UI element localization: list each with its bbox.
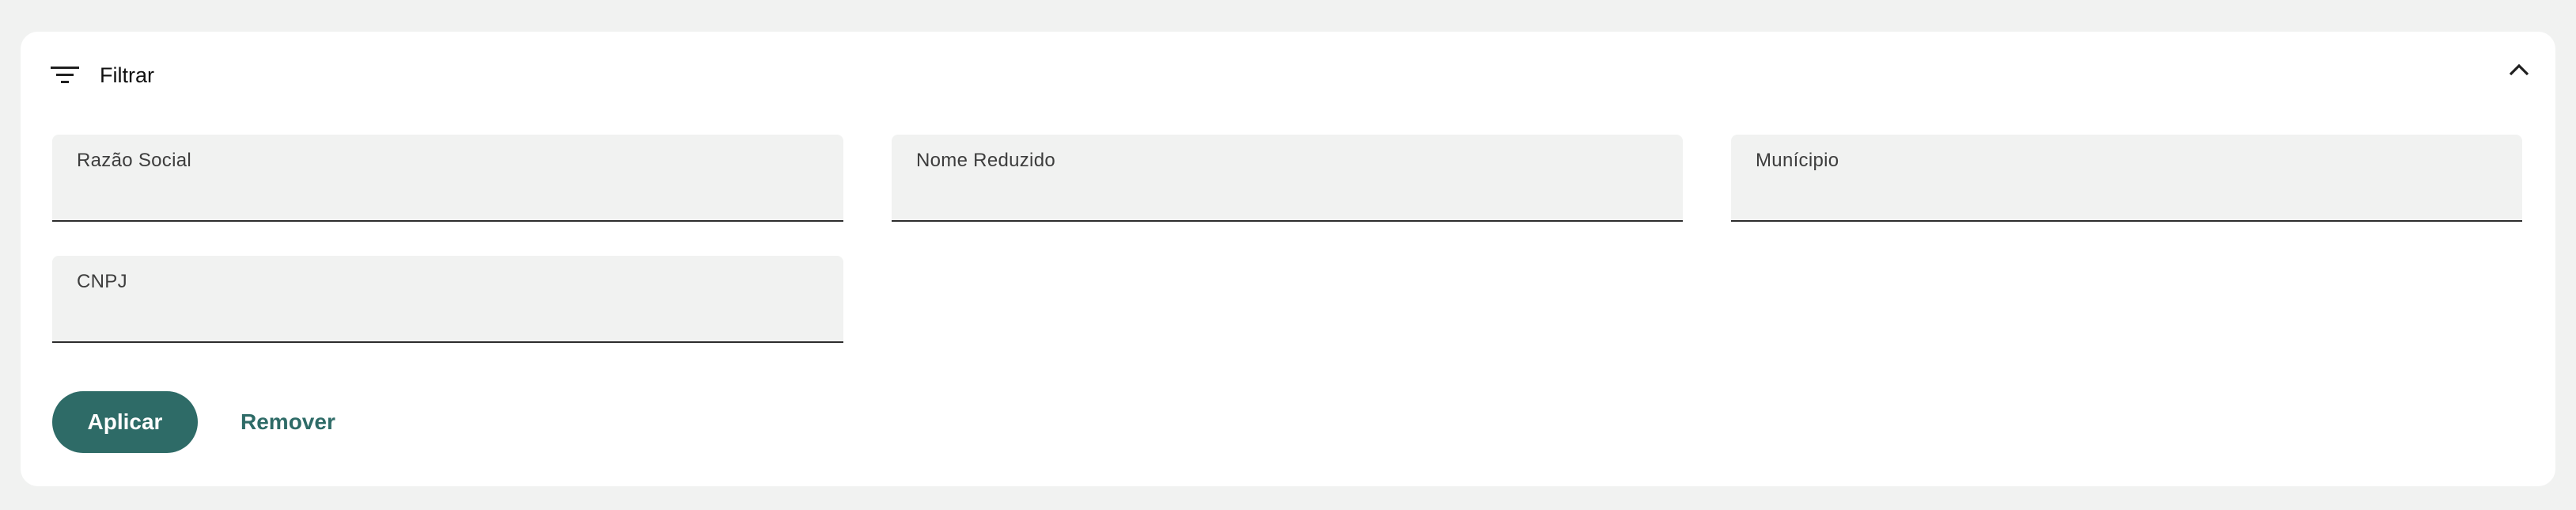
razao-social-input[interactable] xyxy=(77,181,820,209)
municipio-input[interactable] xyxy=(1756,181,2499,209)
filter-panel-title: Filtrar xyxy=(100,63,154,87)
razao-social-field[interactable]: Razão Social xyxy=(52,135,843,222)
cnpj-field[interactable]: CNPJ xyxy=(52,256,843,343)
razao-social-label: Razão Social xyxy=(77,150,192,171)
nome-reduzido-label: Nome Reduzido xyxy=(916,150,1055,171)
filter-panel-header[interactable]: Filtrar xyxy=(21,32,2555,119)
filter-list-icon xyxy=(49,63,81,87)
cnpj-input[interactable] xyxy=(77,302,820,330)
municipio-label: Munícipio xyxy=(1756,150,1839,171)
municipio-field[interactable]: Munícipio xyxy=(1731,135,2522,222)
chevron-up-icon xyxy=(2507,62,2531,82)
nome-reduzido-field[interactable]: Nome Reduzido xyxy=(892,135,1683,222)
nome-reduzido-input[interactable] xyxy=(916,181,1660,209)
collapse-button[interactable] xyxy=(2502,54,2536,89)
filter-panel: Filtrar Razão Social Nome Reduzido Muníc… xyxy=(21,32,2555,486)
apply-button[interactable]: Aplicar xyxy=(52,391,198,453)
cnpj-label: CNPJ xyxy=(77,271,127,292)
remove-button[interactable]: Remover xyxy=(233,391,343,453)
